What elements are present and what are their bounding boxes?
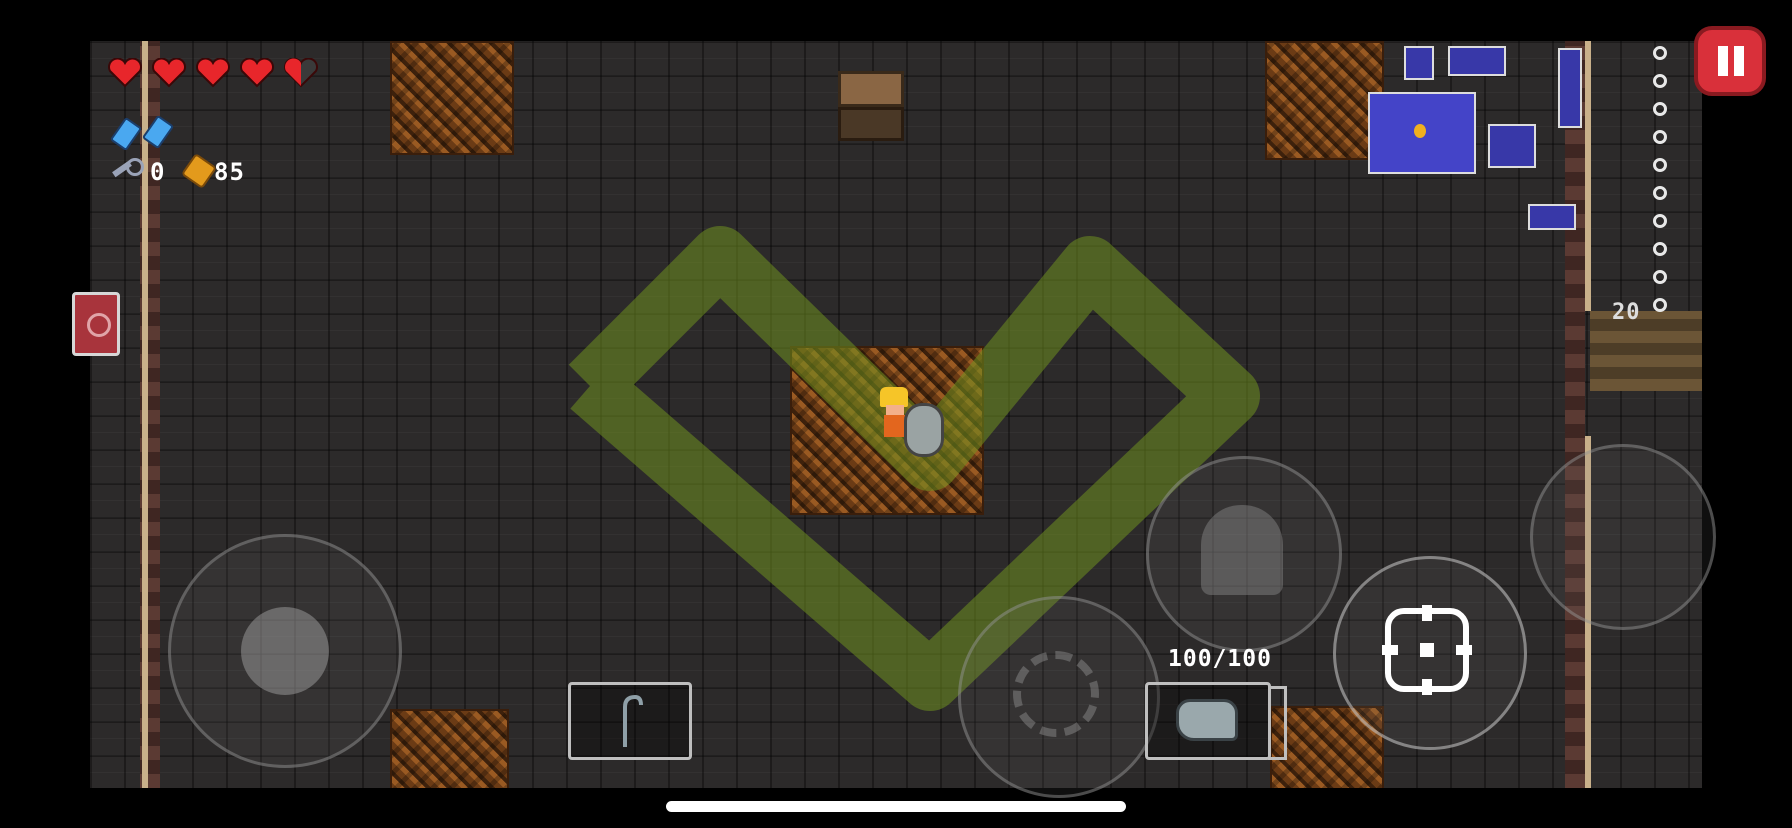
heart-icon — [152, 58, 186, 88]
pause-button[interactable] — [1694, 26, 1766, 96]
home-indicator[interactable] — [666, 801, 1126, 812]
chain-link-icon — [1653, 130, 1667, 144]
crosshair-icon — [1382, 605, 1472, 695]
chest[interactable] — [838, 71, 904, 141]
gun-slot-stack — [1268, 686, 1287, 760]
blank-icon — [109, 116, 143, 152]
ammo-counter: 100/100 — [1168, 646, 1272, 672]
minimap-room — [1488, 124, 1536, 168]
blank-icon — [141, 114, 175, 150]
heart-icon — [108, 58, 142, 88]
combo-chain — [1651, 46, 1673, 336]
combo-counter: 20 — [1612, 300, 1641, 325]
gun-icon — [1176, 699, 1238, 741]
heart-icon — [240, 58, 274, 88]
heart-icon — [196, 58, 230, 88]
minimap-player-marker — [1414, 124, 1426, 138]
minimap[interactable] — [1360, 42, 1582, 232]
book-item-icon[interactable] — [72, 292, 120, 356]
minimap-room — [1404, 46, 1434, 80]
chain-link-icon — [1653, 102, 1667, 116]
shells-count: 85 — [214, 158, 245, 186]
pause-icon — [1718, 46, 1728, 76]
half-heart-icon — [284, 58, 318, 88]
blanks — [109, 114, 182, 152]
chain-link-icon — [1653, 74, 1667, 88]
joystick-thumb[interactable] — [241, 607, 329, 695]
player-character — [876, 387, 946, 457]
key-icon — [112, 158, 144, 180]
chain-link-icon — [1653, 186, 1667, 200]
dodge-roll-button[interactable] — [958, 596, 1160, 798]
minimap-room — [1528, 204, 1576, 230]
interact-icon — [1201, 505, 1283, 595]
chain-link-icon — [1653, 214, 1667, 228]
interact-button[interactable] — [1146, 456, 1342, 652]
health-hearts — [108, 58, 338, 94]
keys-count: 0 — [150, 158, 166, 186]
move-joystick[interactable] — [168, 534, 402, 768]
chain-link-icon — [1653, 242, 1667, 256]
minimap-room — [1558, 48, 1582, 128]
cane-item-icon — [623, 694, 643, 747]
minimap-room — [1448, 46, 1506, 76]
dodge-roll-icon — [1013, 651, 1099, 737]
active-item-slot[interactable] — [568, 682, 692, 760]
chain-link-icon — [1653, 158, 1667, 172]
aim-fire-button[interactable] — [1333, 556, 1527, 750]
chain-link-icon — [1653, 298, 1667, 312]
chain-link-icon — [1653, 46, 1667, 60]
use-blank-button[interactable] — [1530, 444, 1716, 630]
gun-slot[interactable] — [1145, 682, 1271, 760]
shield — [904, 403, 944, 457]
chain-link-icon — [1653, 270, 1667, 284]
